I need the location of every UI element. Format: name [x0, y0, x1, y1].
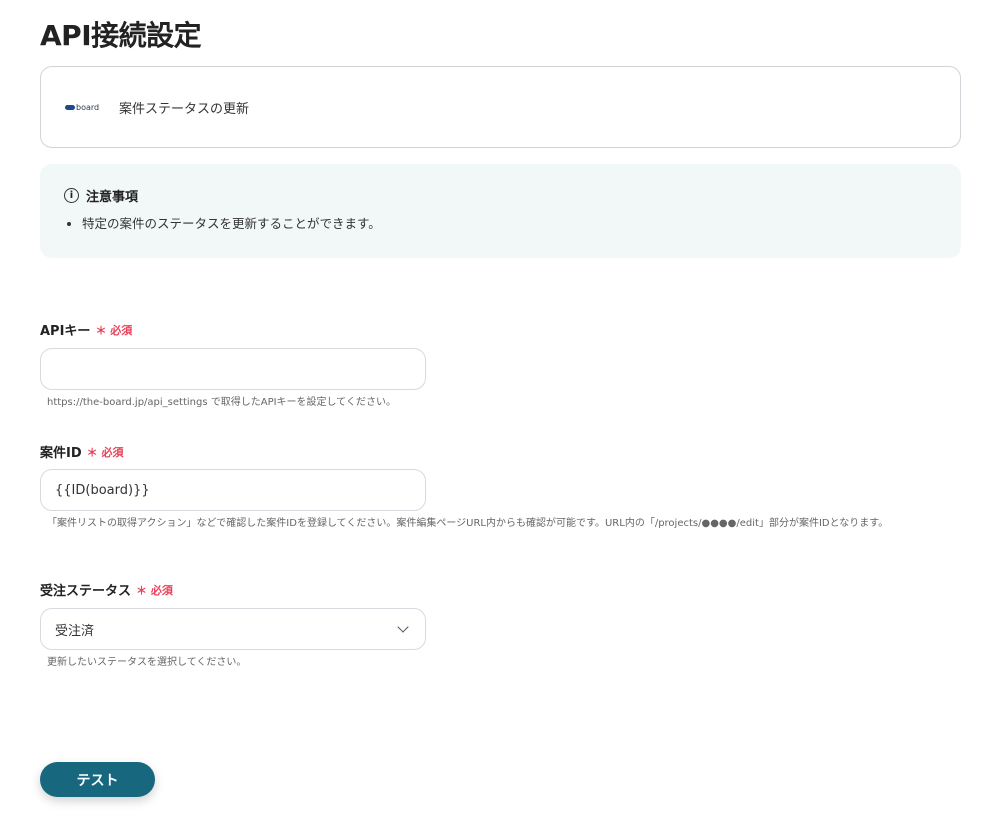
notice-item: 特定の案件のステータスを更新することができます。	[82, 213, 937, 232]
api-key-help: https://the-board.jp/api_settings で取得したA…	[47, 397, 396, 408]
action-card: board 案件ステータスの更新	[40, 66, 961, 148]
required-badge: ＊ 必須	[95, 323, 133, 337]
notice-box: i 注意事項 特定の案件のステータスを更新することができます。	[40, 164, 961, 258]
api-key-label: APIキー＊ 必須	[40, 323, 133, 340]
order-status-label: 受注ステータス＊ 必須	[40, 583, 173, 600]
page-title: API接続設定	[40, 19, 202, 52]
required-badge: ＊ 必須	[86, 445, 124, 459]
project-id-input[interactable]: {{ID(board)}}	[40, 469, 426, 511]
chevron-down-icon	[397, 621, 409, 633]
project-id-label: 案件ID ＊ 必須	[40, 445, 124, 462]
notice-heading: 注意事項	[86, 190, 139, 205]
test-button[interactable]: テスト	[40, 762, 155, 797]
info-icon: i	[64, 188, 79, 203]
order-status-select[interactable]: 受注済	[40, 608, 426, 650]
action-title: 案件ステータスの更新	[119, 101, 250, 117]
api-key-input[interactable]	[40, 348, 426, 390]
required-badge: ＊ 必須	[136, 583, 173, 597]
project-id-help: 「案件リストの取得アクション」などで確認した案件IDを登録してください。案件編集…	[47, 518, 889, 529]
order-status-help: 更新したいステータスを選択してください。	[47, 657, 247, 668]
board-logo: board	[65, 103, 119, 112]
